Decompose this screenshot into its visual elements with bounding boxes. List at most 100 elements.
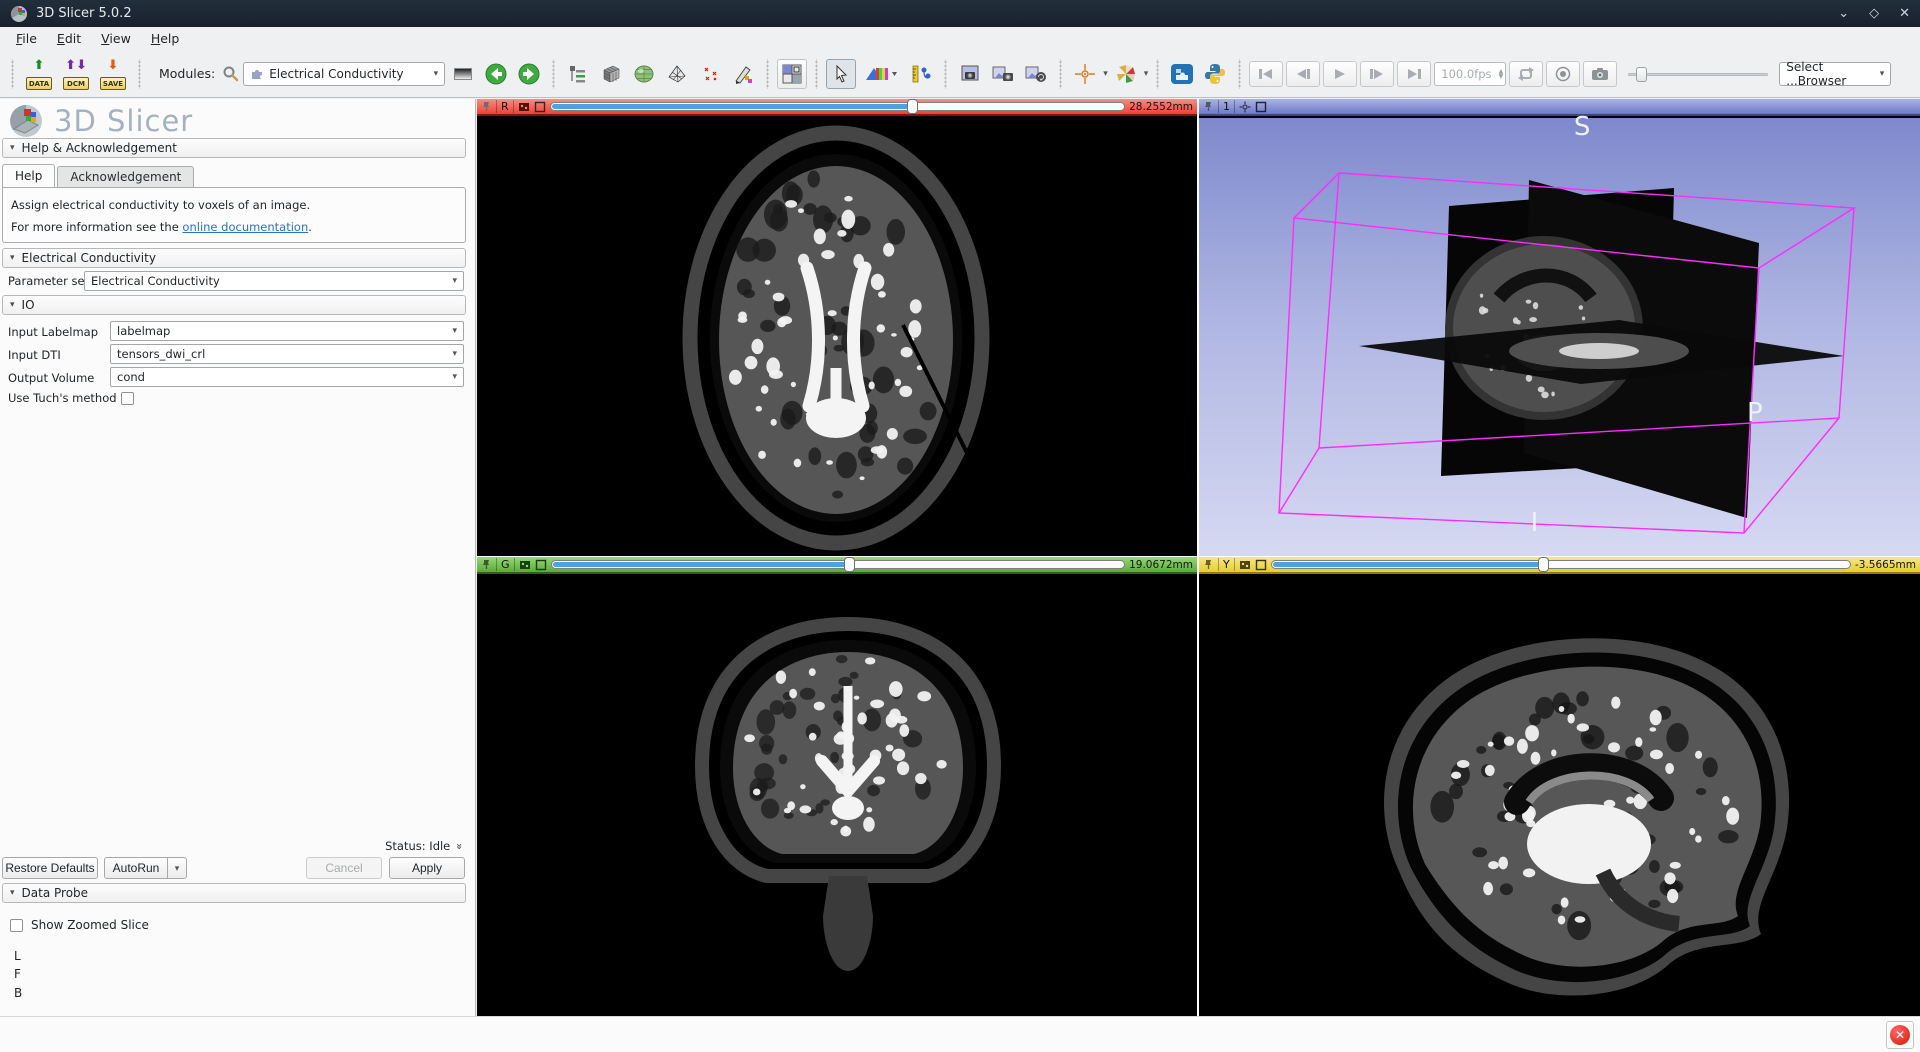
error-log-button[interactable]: ✕ bbox=[1886, 1021, 1914, 1049]
layout-selector-button[interactable] bbox=[777, 59, 807, 89]
module-back-button[interactable] bbox=[481, 59, 511, 89]
sequence-slider[interactable] bbox=[1628, 64, 1768, 84]
markups-button[interactable] bbox=[695, 59, 725, 89]
apply-button[interactable]: Apply bbox=[389, 857, 465, 879]
sequence-last-frame-button[interactable] bbox=[1397, 61, 1431, 87]
slice-visibility-icon[interactable] bbox=[518, 101, 530, 113]
use-tuchs-method-checkbox[interactable] bbox=[121, 392, 134, 405]
sequence-previous-frame-button[interactable] bbox=[1286, 61, 1320, 87]
models-button[interactable] bbox=[662, 59, 692, 89]
help-tabs: Help Acknowledgement bbox=[2, 164, 194, 188]
module-selector-combobox[interactable]: Electrical Conductivity ▾ bbox=[243, 62, 445, 86]
center-3d-view-icon[interactable] bbox=[1239, 101, 1251, 113]
parameter-set-combobox[interactable]: Electrical Conductivity ▾ bbox=[84, 271, 464, 291]
menu-file[interactable]: File bbox=[8, 29, 45, 48]
mouse-interaction-button[interactable] bbox=[826, 59, 856, 89]
slice-visibility-icon[interactable] bbox=[519, 559, 531, 571]
yellow-slice-slider[interactable] bbox=[1271, 559, 1851, 570]
save-button[interactable]: ⬇ SAVE bbox=[96, 58, 130, 90]
module-history-button[interactable] bbox=[448, 59, 478, 89]
slider-thumb[interactable] bbox=[1636, 67, 1647, 82]
transforms-button[interactable] bbox=[728, 59, 758, 89]
green-slice-slider[interactable] bbox=[551, 559, 1126, 570]
slider-handle[interactable] bbox=[907, 99, 918, 114]
slider-handle[interactable] bbox=[844, 557, 855, 572]
threed-view[interactable]: 1 bbox=[1199, 99, 1920, 556]
online-documentation-link[interactable]: online documentation bbox=[182, 220, 308, 234]
camera-icon bbox=[1591, 67, 1609, 81]
cancel-button[interactable]: Cancel bbox=[306, 857, 382, 879]
restore-defaults-button[interactable]: Restore Defaults bbox=[2, 857, 98, 879]
tab-help[interactable]: Help bbox=[2, 164, 55, 188]
pin-icon[interactable] bbox=[481, 101, 492, 112]
extensions-manager-button[interactable] bbox=[1167, 59, 1197, 89]
menu-help[interactable]: Help bbox=[143, 29, 188, 48]
toolbar-handle[interactable] bbox=[9, 59, 16, 89]
input-dti-combobox[interactable]: tensors_dwi_crl ▾ bbox=[110, 344, 464, 364]
slice-intersections-button[interactable] bbox=[1111, 59, 1141, 89]
menu-view[interactable]: View bbox=[93, 29, 139, 48]
pin-icon[interactable] bbox=[481, 559, 492, 570]
axial-slice-image[interactable] bbox=[477, 118, 1197, 556]
volumes-button[interactable] bbox=[596, 59, 626, 89]
slice-visibility-icon[interactable] bbox=[1239, 559, 1251, 571]
screenshot-button[interactable] bbox=[955, 59, 985, 89]
module-forward-button[interactable] bbox=[514, 59, 544, 89]
axial-brain-rendering bbox=[477, 118, 1197, 556]
status-expand-icon[interactable]: » bbox=[453, 843, 466, 850]
crosshair-menu-arrow[interactable]: ▾ bbox=[1103, 69, 1108, 79]
input-labelmap-combobox[interactable]: labelmap ▾ bbox=[110, 321, 464, 341]
show-zoomed-slice-checkbox[interactable] bbox=[10, 919, 23, 932]
sequence-play-button[interactable] bbox=[1323, 61, 1357, 87]
sequence-loop-button[interactable] bbox=[1509, 61, 1543, 87]
spin-down-icon[interactable]: ▼ bbox=[1499, 74, 1504, 79]
module-section-header[interactable]: ▾ Electrical Conductivity bbox=[2, 248, 466, 268]
dicom-button[interactable]: ⬆⬇ DCM bbox=[59, 58, 93, 90]
output-volume-combobox[interactable]: cond ▾ bbox=[110, 367, 464, 387]
data-probe-section-header[interactable]: ▾ Data Probe bbox=[2, 883, 466, 903]
subject-hierarchy-button[interactable] bbox=[563, 59, 593, 89]
pinwheel-menu-arrow[interactable]: ▾ bbox=[1144, 69, 1149, 79]
window-level-button[interactable] bbox=[859, 59, 903, 89]
tab-acknowledgement[interactable]: Acknowledgement bbox=[57, 166, 194, 188]
pin-icon[interactable] bbox=[1203, 101, 1214, 112]
minimize-button[interactable]: ⌄ bbox=[1838, 6, 1849, 21]
sequence-browser-combobox[interactable]: Select ...Browser ▾ bbox=[1779, 62, 1891, 86]
close-button[interactable]: ✕ bbox=[1899, 6, 1910, 21]
sagittal-slice-image[interactable] bbox=[1199, 576, 1920, 1016]
io-section-header[interactable]: ▾ IO bbox=[2, 295, 466, 315]
sequence-record-button[interactable] bbox=[1546, 61, 1580, 87]
slice-frame-icon[interactable] bbox=[534, 101, 546, 113]
autorun-button[interactable]: AutoRun bbox=[104, 857, 168, 879]
yellow-slice-view[interactable]: Y -3.5665mm bbox=[1199, 557, 1920, 1016]
mesh-icon bbox=[666, 63, 688, 85]
coronal-slice-image[interactable] bbox=[477, 576, 1197, 1016]
menu-edit[interactable]: Edit bbox=[49, 29, 89, 48]
scene-view-restore-button[interactable] bbox=[1021, 59, 1051, 89]
threed-scene[interactable]: S P I bbox=[1199, 118, 1920, 556]
sequence-snapshot-button[interactable] bbox=[1583, 61, 1617, 87]
load-data-button[interactable]: ⬆ DATA bbox=[22, 58, 56, 90]
autorun-menu-button[interactable]: ▾ bbox=[167, 857, 187, 879]
data-probe-layer-b: B bbox=[14, 986, 22, 1000]
ruler-annotations-button[interactable] bbox=[906, 59, 936, 89]
fps-spinbox[interactable]: 100.0fps ▲▼ bbox=[1434, 62, 1506, 86]
green-slice-view[interactable]: G 19.0672mm bbox=[477, 557, 1197, 1016]
sequence-first-frame-button[interactable] bbox=[1249, 61, 1283, 87]
red-slice-slider[interactable] bbox=[550, 101, 1125, 112]
crosshair-button[interactable] bbox=[1070, 59, 1100, 89]
python-console-button[interactable] bbox=[1200, 59, 1230, 89]
scene-view-capture-button[interactable] bbox=[988, 59, 1018, 89]
slice-frame-icon[interactable] bbox=[1255, 559, 1267, 571]
chevron-down-icon: ▾ bbox=[452, 372, 457, 382]
slider-handle[interactable] bbox=[1538, 557, 1549, 572]
frame-icon[interactable] bbox=[1255, 101, 1267, 113]
pin-icon[interactable] bbox=[1203, 559, 1214, 570]
volume-rendering-button[interactable] bbox=[629, 59, 659, 89]
slice-frame-icon[interactable] bbox=[535, 559, 547, 571]
module-search-icon[interactable] bbox=[222, 65, 240, 83]
red-slice-view[interactable]: R 28.2552mm bbox=[477, 99, 1197, 556]
help-acknowledgement-section-header[interactable]: ▾ Help & Acknowledgement bbox=[2, 138, 466, 158]
sequence-next-frame-button[interactable] bbox=[1360, 61, 1394, 87]
maximize-button[interactable]: ◇ bbox=[1869, 6, 1879, 21]
